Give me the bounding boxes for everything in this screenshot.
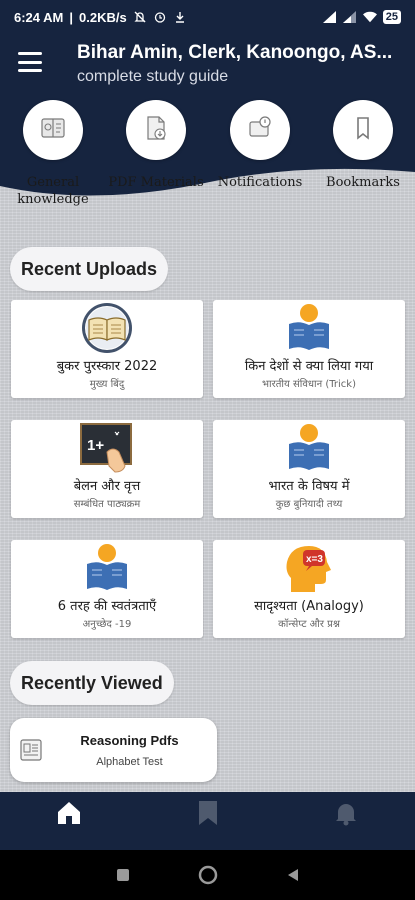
quick-label: PDF Materials bbox=[108, 175, 204, 190]
upload-card[interactable]: किन देशों से क्या लिया गया भारतीय संविधा… bbox=[213, 300, 405, 398]
nav-home[interactable] bbox=[54, 800, 84, 830]
document-icon bbox=[20, 738, 42, 762]
recent-item-subtitle: Alphabet Test bbox=[96, 756, 163, 768]
card-subtitle: भारतीय संविधान (Trick) bbox=[262, 379, 356, 390]
nav-bookmarks[interactable] bbox=[193, 800, 223, 830]
head-math-icon: x=3 bbox=[281, 542, 337, 594]
notification-bell-icon bbox=[245, 113, 275, 147]
quick-notifications[interactable]: Notifications bbox=[210, 100, 310, 191]
system-navigation-bar bbox=[0, 850, 415, 900]
card-title: किन देशों से क्या लिया गया bbox=[244, 359, 374, 374]
card-subtitle: कुछ बुनियादी तथ्य bbox=[275, 499, 343, 510]
menu-icon-bar bbox=[18, 52, 42, 55]
recents-button[interactable] bbox=[116, 867, 130, 886]
status-time: 6:24 AM bbox=[14, 9, 64, 25]
card-title: भारत के विषय में bbox=[268, 479, 350, 494]
app-subtitle: complete study guide bbox=[77, 68, 229, 85]
mute-icon bbox=[133, 10, 147, 24]
blackboard-icon: 1+ bbox=[79, 422, 135, 474]
upload-card[interactable]: 6 तरह की स्वतंत्रताएँ अनुच्छेद -19 bbox=[11, 540, 203, 638]
download-icon bbox=[173, 10, 187, 24]
back-button[interactable] bbox=[286, 867, 300, 886]
menu-icon-bar bbox=[18, 69, 42, 72]
pdf-download-icon bbox=[141, 113, 171, 147]
home-icon bbox=[55, 799, 83, 831]
bottom-navigation bbox=[0, 792, 415, 850]
quick-label: Bookmarks bbox=[326, 175, 400, 190]
card-subtitle: सम्बंधित पाठ्यक्रम bbox=[73, 499, 141, 510]
quick-pdf-materials[interactable]: PDF Materials bbox=[106, 100, 206, 191]
upload-card[interactable]: बुकर पुरस्कार 2022 मुख्य बिंदु bbox=[11, 300, 203, 398]
nav-notifications[interactable] bbox=[331, 800, 361, 830]
quick-label: Notifications bbox=[217, 175, 303, 190]
card-title: बुकर पुरस्कार 2022 bbox=[56, 359, 158, 374]
bookmark-icon bbox=[196, 800, 220, 830]
home-button[interactable] bbox=[198, 865, 218, 889]
signal-icon-2 bbox=[342, 10, 357, 24]
card-subtitle: कॉन्सेप्ट और प्रश्न bbox=[278, 619, 340, 630]
app-title: Bihar Amin, Clerk, Kanoongo, AS... bbox=[77, 42, 393, 63]
status-separator: | bbox=[69, 9, 74, 25]
menu-icon-bar bbox=[18, 60, 42, 64]
bookmark-icon bbox=[348, 113, 378, 147]
card-subtitle: मुख्य बिंदु bbox=[89, 379, 125, 390]
recently-viewed-item[interactable]: Reasoning Pdfs Alphabet Test bbox=[10, 718, 217, 782]
card-title: बेलन और वृत्त bbox=[73, 479, 141, 494]
upload-card[interactable]: 1+ बेलन और वृत्त सम्बंधित पाठ्यक्रम bbox=[11, 420, 203, 518]
card-title: सादृश्यता (Analogy) bbox=[254, 599, 364, 614]
reader-icon bbox=[281, 422, 337, 474]
open-book-icon bbox=[79, 302, 135, 354]
upload-card[interactable]: x=3 सादृश्यता (Analogy) कॉन्सेप्ट और प्र… bbox=[213, 540, 405, 638]
alarm-icon bbox=[153, 10, 167, 24]
card-title: 6 तरह की स्वतंत्रताएँ bbox=[57, 599, 157, 614]
quick-label: General knowledge bbox=[17, 175, 89, 207]
status-bar: 6:24 AM | 0.2KB/s 25 bbox=[0, 0, 415, 34]
quick-actions: General knowledge PDF Materials Notifica… bbox=[0, 100, 415, 220]
map-book-icon bbox=[38, 113, 68, 147]
quick-general-knowledge[interactable]: General knowledge bbox=[3, 100, 103, 208]
wifi-icon bbox=[362, 10, 377, 24]
reader-icon bbox=[281, 302, 337, 354]
signal-icon bbox=[322, 10, 337, 24]
recently-viewed-heading: Recently Viewed bbox=[10, 661, 174, 705]
recent-item-title: Reasoning Pdfs bbox=[80, 733, 179, 748]
quick-bookmarks[interactable]: Bookmarks bbox=[313, 100, 413, 191]
svg-text:x=3: x=3 bbox=[306, 554, 323, 565]
bell-icon bbox=[333, 800, 359, 830]
battery-level: 25 bbox=[382, 10, 401, 24]
svg-text:1+: 1+ bbox=[87, 437, 104, 454]
recent-uploads-heading: Recent Uploads bbox=[10, 247, 169, 291]
reader-icon bbox=[79, 542, 135, 594]
menu-button[interactable] bbox=[18, 52, 42, 72]
card-subtitle: अनुच्छेद -19 bbox=[82, 619, 132, 630]
status-network-speed: 0.2KB/s bbox=[79, 9, 127, 25]
upload-card[interactable]: भारत के विषय में कुछ बुनियादी तथ्य bbox=[213, 420, 405, 518]
